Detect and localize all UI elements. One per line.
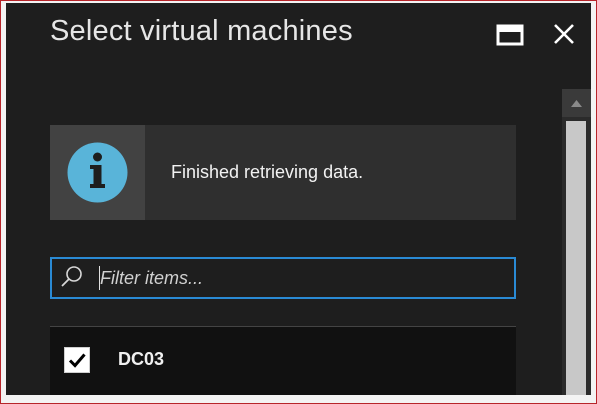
checkmark-icon: [68, 353, 86, 368]
close-button[interactable]: [551, 21, 577, 47]
status-notification: Finished retrieving data.: [50, 125, 516, 220]
scroll-up-button[interactable]: [562, 89, 591, 117]
maximize-button[interactable]: [496, 23, 526, 49]
close-icon: [554, 24, 574, 44]
vm-checkbox[interactable]: [64, 347, 90, 373]
filter-box[interactable]: [50, 257, 516, 299]
screenshot-frame: Select virtual machines Finished retriev…: [0, 0, 597, 404]
search-icon: [61, 266, 82, 287]
select-vms-blade: Select virtual machines Finished retriev…: [6, 3, 591, 395]
notification-message: Finished retrieving data.: [171, 162, 364, 182]
scrollbar-thumb[interactable]: [566, 121, 586, 395]
vm-list-item[interactable]: DC03: [50, 327, 516, 395]
maximize-icon: [496, 24, 524, 46]
notification-icon-box: [50, 125, 145, 220]
vertical-scrollbar[interactable]: [562, 89, 591, 395]
blade-title: Select virtual machines: [50, 15, 353, 47]
info-icon: [67, 142, 128, 203]
scroll-up-arrow-icon: [571, 100, 582, 107]
filter-input[interactable]: [100, 263, 500, 293]
vm-name: DC03: [118, 349, 165, 369]
